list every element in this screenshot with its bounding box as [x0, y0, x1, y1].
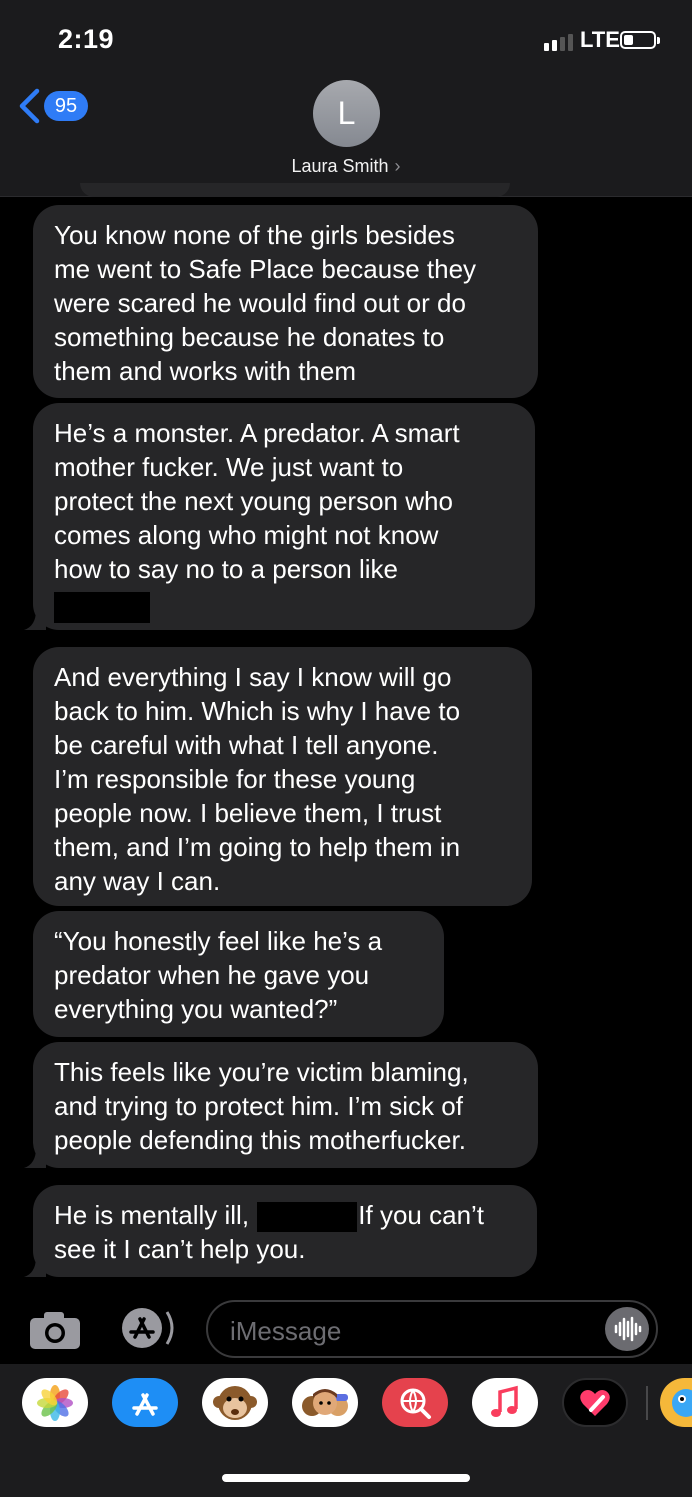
memoji-faces-icon — [302, 1388, 348, 1416]
drawer-divider — [646, 1386, 648, 1420]
more-apps-icon[interactable] — [660, 1378, 692, 1427]
digital-touch-app-icon[interactable] — [562, 1378, 628, 1427]
camera-button[interactable] — [28, 1310, 82, 1355]
conversation-header: 2:19 LTE 95 L Laura Smith › — [0, 0, 692, 197]
photos-app-icon[interactable] — [22, 1378, 88, 1427]
music-app-icon[interactable] — [472, 1378, 538, 1427]
partial-message-bubble — [80, 183, 510, 197]
web-images-app-icon[interactable] — [382, 1378, 448, 1427]
message-text: He’s a monster. A predator. A smart moth… — [54, 418, 460, 584]
bubble-tail — [24, 610, 46, 630]
partial-app-icon — [672, 1388, 692, 1417]
chevron-left-icon — [19, 88, 40, 124]
music-note-icon — [491, 1385, 518, 1417]
app-store-button[interactable] — [117, 1306, 179, 1355]
message-bubble[interactable]: You know none of the girls besides me we… — [33, 205, 538, 398]
composer-bar: iMessage — [0, 1296, 692, 1364]
redaction-bar — [54, 591, 150, 623]
monkey-icon — [213, 1385, 257, 1420]
audio-message-button[interactable] — [605, 1307, 649, 1351]
message-text: “You honestly feel like he’s a predator … — [54, 926, 383, 1024]
heart-hand-icon — [580, 1389, 610, 1416]
battery-icon — [620, 31, 660, 49]
unread-count-badge: 95 — [44, 91, 88, 121]
contact-name: Laura Smith — [291, 156, 389, 176]
bubble-tail — [24, 1257, 46, 1277]
carrier-label: LTE — [580, 27, 620, 52]
animoji-app-icon[interactable] — [202, 1378, 268, 1427]
message-text-part: He is mentally ill, — [54, 1200, 250, 1230]
imessage-placeholder: iMessage — [230, 1316, 342, 1346]
chevron-right-icon: › — [394, 156, 401, 176]
avatar[interactable]: L — [313, 80, 380, 147]
globe-search-icon — [400, 1388, 431, 1419]
message-text: He is mentally ill, If you can’t see it … — [54, 1198, 517, 1266]
message-text-part: If you can’t — [358, 1200, 485, 1230]
message-bubble[interactable]: “You honestly feel like he’s a predator … — [33, 911, 444, 1037]
message-bubble[interactable]: This feels like you’re victim blaming, a… — [24, 1042, 538, 1168]
clock: 2:19 — [58, 24, 115, 54]
message-text-part: see it I can’t help you. — [54, 1234, 306, 1265]
redaction-bar — [257, 1202, 358, 1233]
camera-icon — [30, 1312, 80, 1349]
message-bubble[interactable]: He is mentally ill, If you can’t see it … — [24, 1185, 537, 1277]
message-bubble[interactable]: He’s a monster. A predator. A smart moth… — [24, 403, 535, 630]
memoji-app-icon[interactable] — [292, 1378, 358, 1427]
home-indicator[interactable] — [222, 1474, 470, 1482]
back-button[interactable]: 95 — [18, 88, 88, 124]
waveform-icon — [614, 1316, 642, 1342]
imessage-input[interactable]: iMessage — [206, 1300, 658, 1358]
photos-flower-icon — [37, 1384, 73, 1421]
message-text: This feels like you’re victim blaming, a… — [54, 1057, 469, 1155]
message-thread[interactable]: You know none of the girls besides me we… — [0, 183, 692, 1297]
app-store-app-icon[interactable] — [112, 1378, 178, 1427]
signal-strength-icon — [544, 34, 573, 51]
message-text: You know none of the girls besides me we… — [54, 220, 477, 386]
status-bar: 2:19 LTE — [0, 0, 692, 80]
app-store-logo-icon — [132, 1392, 158, 1416]
message-text: And everything I say I know will go back… — [54, 662, 461, 896]
app-store-icon — [122, 1308, 174, 1348]
message-bubble[interactable]: And everything I say I know will go back… — [33, 647, 532, 906]
contact-name-button[interactable]: Laura Smith › — [0, 156, 692, 177]
bubble-tail — [24, 1148, 46, 1168]
